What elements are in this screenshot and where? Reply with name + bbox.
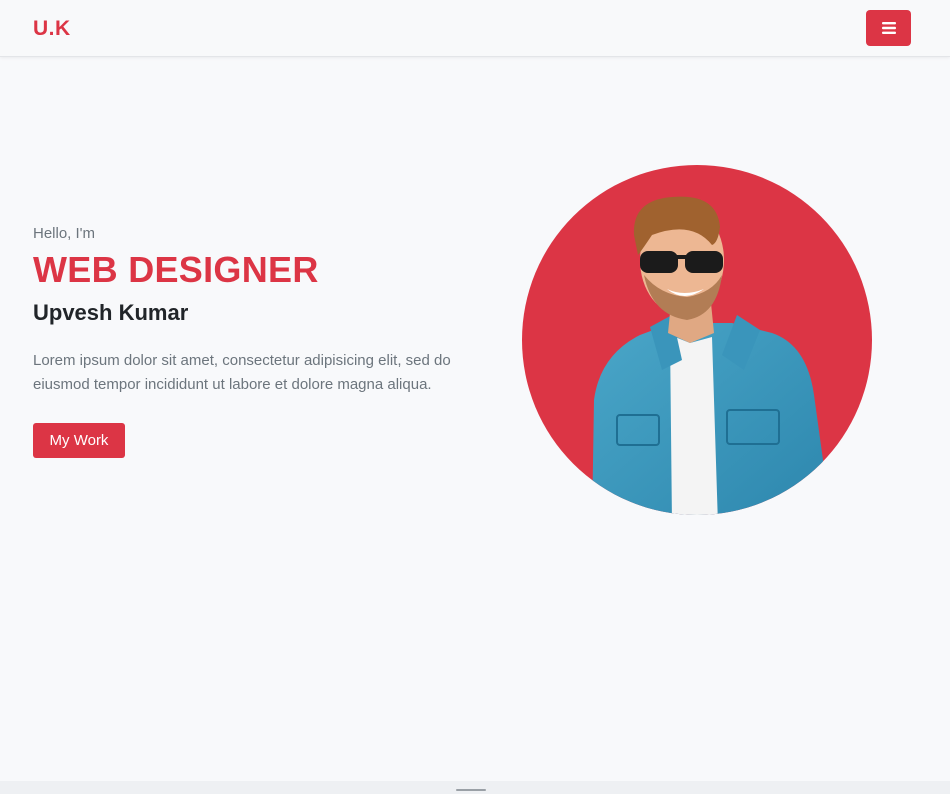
resize-handle[interactable] [456,789,486,791]
profile-portrait [522,165,872,515]
greeting-text: Hello, I'm [33,225,96,242]
menu-toggle-button[interactable] [866,10,911,46]
hero-name: Upvesh Kumar [33,300,189,325]
hamburger-icon [881,22,896,34]
navbar: U.K [0,0,950,57]
hero-title: WEB DESIGNER [33,249,319,290]
brand-logo[interactable]: U.K [33,17,71,41]
hero-description: Lorem ipsum dolor sit amet, consectetur … [33,352,451,393]
my-work-button[interactable]: My Work [33,423,125,458]
bottom-bar [0,781,950,794]
